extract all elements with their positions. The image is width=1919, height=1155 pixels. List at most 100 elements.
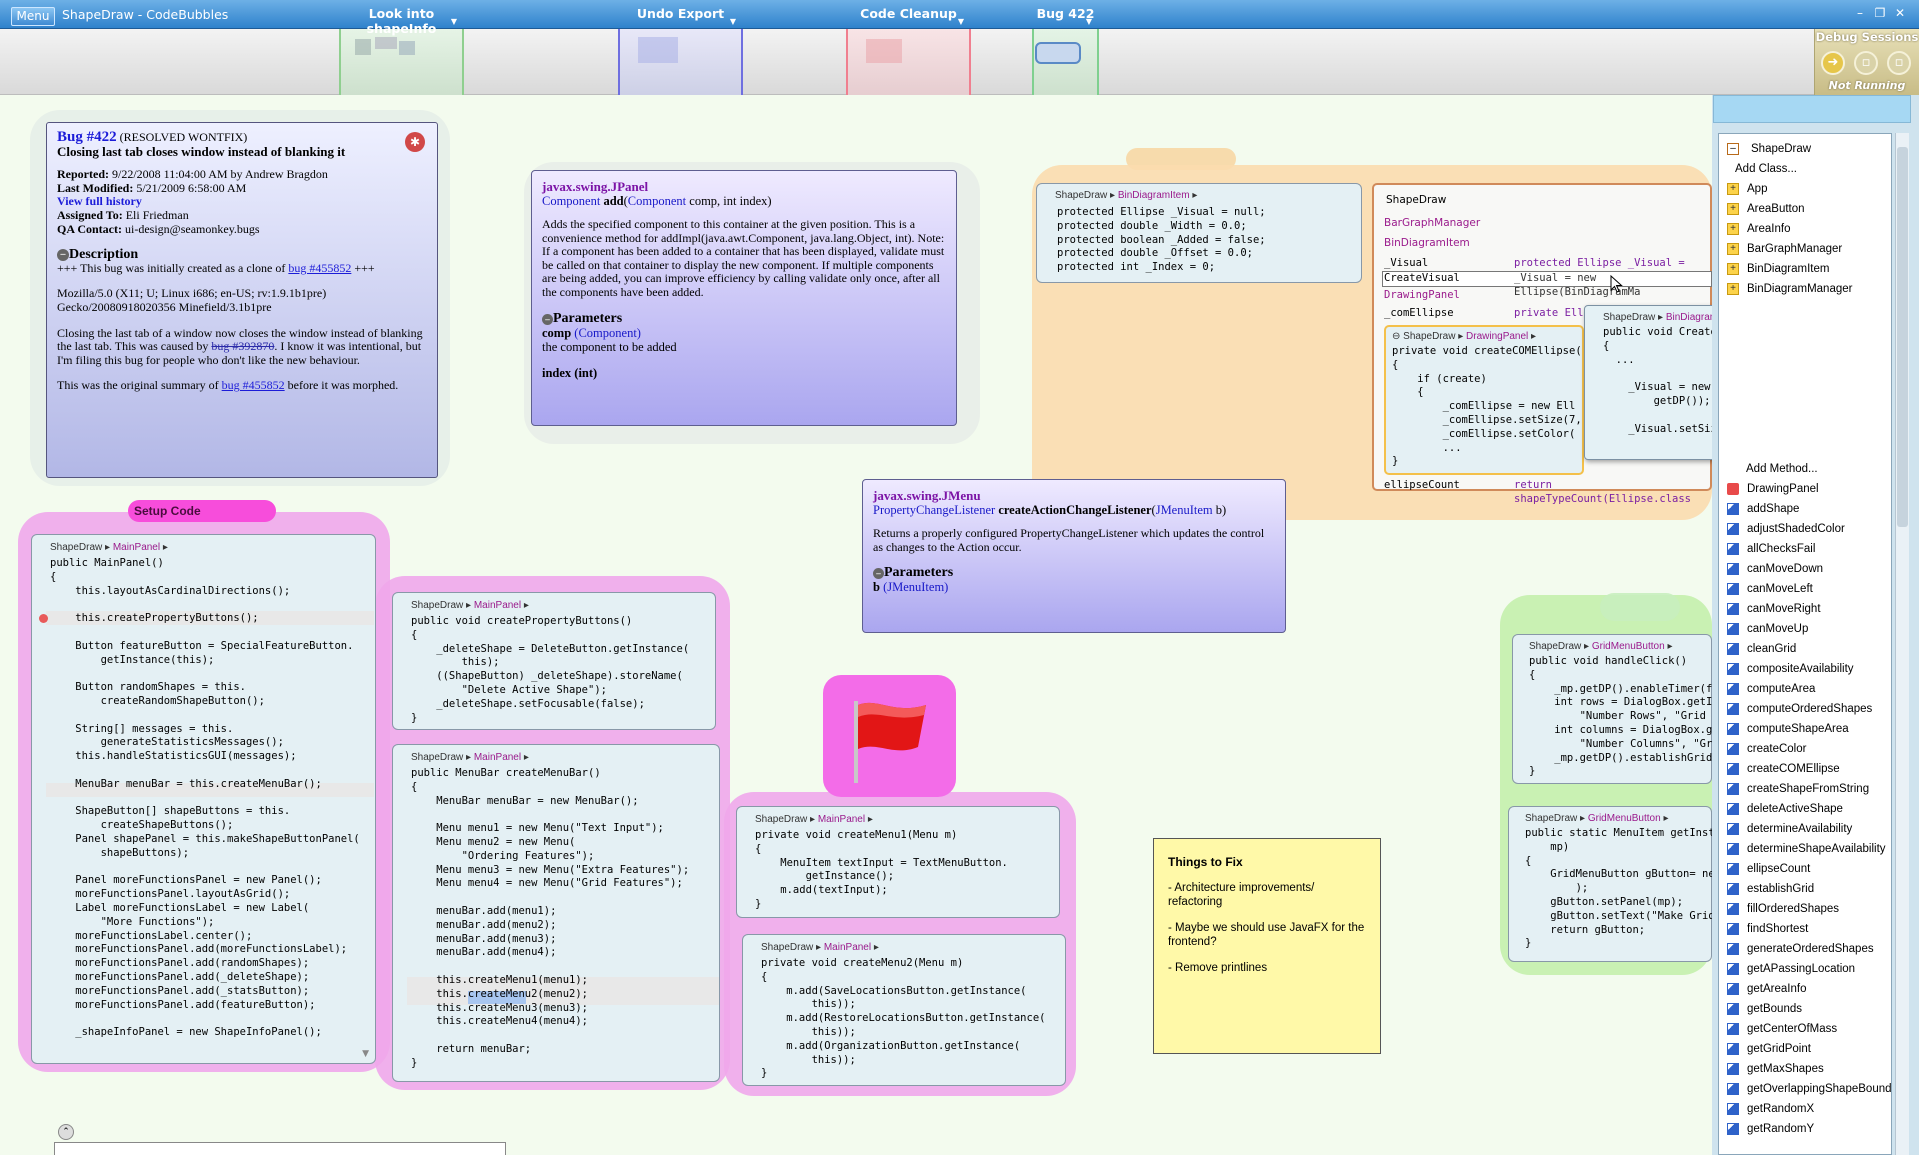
note-line[interactable]: - Maybe we should use JavaFX for the fro… bbox=[1168, 921, 1366, 949]
bug-id-link[interactable]: Bug #422 bbox=[57, 129, 117, 145]
field-name[interactable]: ellipseCount bbox=[1384, 479, 1460, 493]
bottom-panel[interactable] bbox=[54, 1142, 506, 1155]
method-item[interactable]: createCOMEllipse bbox=[1719, 759, 1891, 779]
code-bubble-createmenu1[interactable]: ShapeDraw ▸ MainPanel ▸ private void cre… bbox=[736, 806, 1060, 918]
expand-icon[interactable]: + bbox=[1727, 243, 1739, 255]
sticky-note[interactable]: Things to Fix - Architecture improvement… bbox=[1153, 838, 1381, 1054]
stop-icon[interactable]: ▫ bbox=[1887, 51, 1911, 75]
method-item[interactable]: findShortest bbox=[1719, 919, 1891, 939]
bubble-path[interactable]: ShapeDraw ▸ BinDiagramItem ▸ bbox=[1055, 190, 1197, 201]
field-value[interactable]: private Ell bbox=[1514, 307, 1584, 321]
field-name[interactable]: CreateVisual bbox=[1384, 272, 1460, 286]
package-explorer-list[interactable]: – ShapeDraw Add Class... + App + AreaButton… bbox=[1718, 133, 1892, 1155]
code-bubble-createmenubar[interactable]: ShapeDraw ▸ MainPanel ▸ public MenuBar c… bbox=[392, 744, 720, 1082]
method-item[interactable]: canMoveDown bbox=[1719, 559, 1891, 579]
chevron-down-icon[interactable]: ▼ bbox=[730, 17, 736, 26]
method-item[interactable]: canMoveLeft bbox=[1719, 579, 1891, 599]
bug-link[interactable]: bug #392870 bbox=[211, 339, 274, 353]
method-item[interactable]: getGridPoint bbox=[1719, 1039, 1891, 1059]
code-bubble-gridmenubutton-getinstance[interactable]: ShapeDraw ▸ GridMenuButton ▸ public stat… bbox=[1508, 806, 1713, 962]
code-text[interactable]: public MainPanel() { this.layoutAsCardin… bbox=[50, 557, 370, 1057]
chevron-down-icon[interactable]: ▼ bbox=[451, 17, 457, 26]
code-bubble-createpropertybuttons[interactable]: ShapeDraw ▸ MainPanel ▸ public void crea… bbox=[392, 592, 716, 730]
view-history-link[interactable]: View full history bbox=[57, 195, 427, 209]
method-item[interactable]: getAPassingLocation bbox=[1719, 959, 1891, 979]
add-class-item[interactable]: Add Class... bbox=[1719, 159, 1891, 179]
class-item[interactable]: + App bbox=[1719, 179, 1891, 199]
breakpoint-icon[interactable] bbox=[39, 614, 48, 623]
expand-icon[interactable]: + bbox=[1727, 263, 1739, 275]
method-item[interactable]: allChecksFail bbox=[1719, 539, 1891, 559]
method-item[interactable]: adjustShadedColor bbox=[1719, 519, 1891, 539]
channel-look-into-shapeinfo[interactable]: Look into shapeInfo ▼ bbox=[339, 6, 464, 95]
code-bubble-mainpanel[interactable]: ShapeDraw ▸ MainPanel ▸ public MainPanel… bbox=[31, 534, 376, 1064]
method-item[interactable]: canMoveRight bbox=[1719, 599, 1891, 619]
chevron-down-icon[interactable]: ▼ bbox=[958, 17, 964, 26]
channel-undo-export[interactable]: Undo Export ▼ bbox=[618, 6, 743, 95]
code-text[interactable]: public static MenuItem getInstan mp) { G… bbox=[1525, 827, 1713, 959]
class-row[interactable]: BarGraphManager bbox=[1384, 217, 1480, 229]
collapse-icon[interactable]: – bbox=[57, 249, 69, 262]
code-text[interactable]: private void createMenu1(Menu m) { MenuI… bbox=[755, 829, 1055, 915]
doc-return-type[interactable]: PropertyChangeListener bbox=[873, 503, 995, 517]
doc-param-type[interactable]: (Component) bbox=[574, 326, 641, 340]
code-bubble-createmenu2[interactable]: ShapeDraw ▸ MainPanel ▸ private void cre… bbox=[742, 934, 1066, 1086]
bug-report-bubble[interactable]: ✱ Bug #422 (RESOLVED WONTFIX) Closing la… bbox=[46, 122, 438, 478]
method-item[interactable]: computeShapeArea bbox=[1719, 719, 1891, 739]
pause-icon[interactable]: ▫ bbox=[1854, 51, 1878, 75]
method-item[interactable]: canMoveUp bbox=[1719, 619, 1891, 639]
bubble-path[interactable]: ShapeDraw ▸ MainPanel ▸ bbox=[761, 942, 879, 953]
bubble-path[interactable]: ShapeDraw ▸ MainPanel ▸ bbox=[50, 542, 168, 553]
field-name[interactable]: _comEllipse bbox=[1384, 307, 1454, 321]
collapse-icon[interactable]: – bbox=[542, 313, 553, 325]
search-input[interactable] bbox=[1713, 95, 1911, 123]
chevron-down-icon[interactable]: ▼ bbox=[1086, 17, 1092, 26]
code-text[interactable]: public void createPropertyButtons() { _d… bbox=[411, 615, 711, 725]
doc-return-type[interactable]: Component bbox=[542, 194, 600, 208]
bug-link[interactable]: bug #455852 bbox=[288, 261, 351, 275]
expand-icon[interactable]: + bbox=[1727, 203, 1739, 215]
method-item[interactable]: computeOrderedShapes bbox=[1719, 699, 1891, 719]
bubble-path[interactable]: ShapeDraw ▸ MainPanel ▸ bbox=[755, 814, 873, 825]
method-item[interactable]: deleteActiveShape bbox=[1719, 799, 1891, 819]
code-text[interactable]: private void createMenu2(Menu m) { m.add… bbox=[761, 957, 1061, 1083]
minimize-icon[interactable]: – bbox=[1853, 6, 1867, 20]
method-item[interactable]: createShapeFromString bbox=[1719, 779, 1891, 799]
class-item[interactable]: + AreaInfo bbox=[1719, 219, 1891, 239]
code-text[interactable]: public void handleClick() { _mp.getDP().… bbox=[1529, 655, 1713, 781]
method-item[interactable]: addShape bbox=[1719, 499, 1891, 519]
bug-link[interactable]: bug #455852 bbox=[222, 378, 285, 393]
channel-code-cleanup[interactable]: Code Cleanup ▼ bbox=[846, 6, 971, 95]
expand-icon[interactable]: + bbox=[1727, 183, 1739, 195]
code-bubble-drawingpanel[interactable]: ⊖ ShapeDraw ▸ DrawingPanel ▸ private voi… bbox=[1384, 325, 1584, 475]
method-item[interactable]: generateOrderedShapes bbox=[1719, 939, 1891, 959]
bubble-path[interactable]: ShapeDraw ▸ GridMenuButton ▸ bbox=[1525, 813, 1668, 824]
code-text[interactable]: protected Ellipse _Visual = null; protec… bbox=[1057, 206, 1357, 278]
method-item[interactable]: compositeAvailability bbox=[1719, 659, 1891, 679]
method-item[interactable]: getMaxShapes bbox=[1719, 1059, 1891, 1079]
chevron-up-icon[interactable]: ⌃ bbox=[58, 1124, 74, 1140]
field-name[interactable]: _Visual bbox=[1384, 257, 1428, 271]
menu-button[interactable]: Menu bbox=[11, 7, 55, 26]
method-item[interactable]: getOverlappingShapeBounds bbox=[1719, 1079, 1891, 1099]
collapse-icon[interactable]: – bbox=[873, 568, 884, 580]
doc-param-type[interactable]: JMenuItem bbox=[1156, 503, 1213, 517]
scroll-down-icon[interactable]: ▼ bbox=[362, 1049, 369, 1059]
restore-icon[interactable]: ❐ bbox=[1873, 6, 1887, 20]
doc-param-type[interactable]: Component bbox=[628, 194, 686, 208]
play-icon[interactable]: ➜ bbox=[1821, 51, 1845, 75]
javadoc-jmenu-bubble[interactable]: javax.swing.JMenu PropertyChangeListener… bbox=[862, 479, 1286, 633]
code-bubble-gridmenubutton-handleclick[interactable]: ShapeDraw ▸ GridMenuButton ▸ public void… bbox=[1512, 634, 1713, 784]
bubble-path[interactable]: ShapeDraw ▸ MainPanel ▸ bbox=[411, 600, 529, 611]
method-item[interactable]: getRandomX bbox=[1719, 1099, 1891, 1119]
note-line[interactable]: - Architecture improvements/ refactoring bbox=[1168, 881, 1366, 909]
method-item[interactable]: getRandomY bbox=[1719, 1119, 1891, 1139]
method-item[interactable]: createColor bbox=[1719, 739, 1891, 759]
code-text[interactable]: private void createCOMEllipse( { if (cre… bbox=[1392, 345, 1582, 471]
close-icon[interactable]: ✕ bbox=[1893, 6, 1907, 20]
bubble-path[interactable]: ⊖ ShapeDraw ▸ DrawingPanel ▸ bbox=[1392, 331, 1536, 342]
scroll-thumb[interactable] bbox=[1897, 147, 1908, 527]
method-item[interactable]: ellipseCount bbox=[1719, 859, 1891, 879]
note-line[interactable]: - Remove printlines bbox=[1168, 961, 1366, 975]
setup-code-group-label[interactable]: Setup Code bbox=[128, 500, 276, 522]
